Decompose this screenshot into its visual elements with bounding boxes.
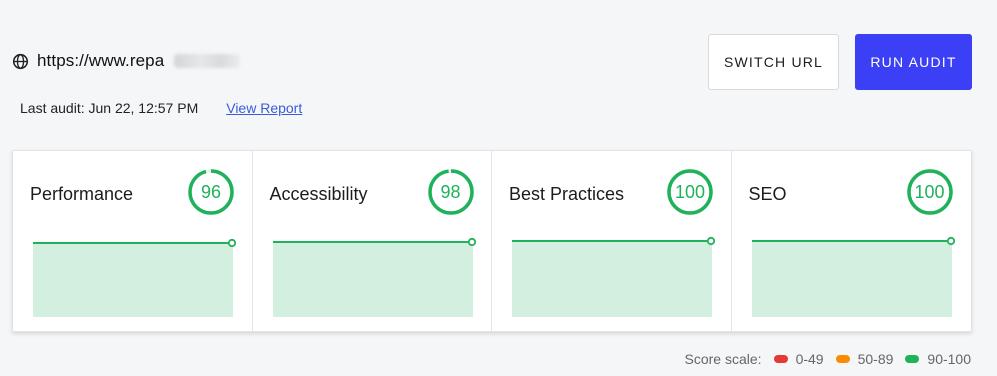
score-trend-chart (751, 236, 955, 317)
score-value: 100 (674, 181, 706, 202)
trend-end-point (706, 236, 716, 246)
last-audit-text: Last audit: Jun 22, 12:57 PM (20, 100, 199, 116)
score-trend-chart (512, 236, 716, 317)
card-title: SEO (748, 184, 787, 204)
last-audit-row: Last audit: Jun 22, 12:57 PM View Report (20, 100, 302, 116)
orange-dot-icon (835, 355, 850, 363)
score-scale-legend: Score scale: 0-49 50-89 90-100 (685, 351, 971, 367)
trend-end-point (946, 236, 955, 246)
green-dot-icon (905, 355, 920, 363)
legend-range: 0-49 (795, 351, 824, 367)
legend-range: 90-100 (927, 351, 971, 367)
score-value: 100 (914, 181, 945, 202)
trend-area (751, 241, 952, 317)
card-performance[interactable]: Performance 96 (13, 151, 253, 331)
score-value: 96 (200, 181, 222, 202)
redacted-url-part (174, 54, 241, 68)
card-seo[interactable]: SEO 100 (732, 151, 972, 331)
score-trend-chart (33, 238, 237, 317)
trend-area (33, 243, 233, 317)
legend-range: 50-89 (857, 351, 894, 367)
trend-area (272, 242, 473, 317)
red-dot-icon (773, 355, 788, 363)
run-audit-button[interactable]: RUN AUDIT (855, 34, 972, 90)
score-cards: Performance 96 Accessibility 98 Best Pra… (12, 150, 972, 332)
card-accessibility[interactable]: Accessibility 98 (253, 151, 492, 331)
card-title: Best Practices (509, 184, 625, 204)
trend-area (512, 241, 712, 317)
card-title: Accessibility (269, 184, 368, 204)
legend-item-red: 0-49 (773, 351, 824, 367)
view-report-link[interactable]: View Report (226, 100, 302, 116)
url-text: https://www.repa (37, 51, 165, 70)
score-value: 98 (440, 181, 461, 202)
legend-item-orange: 50-89 (835, 351, 894, 367)
globe-icon (12, 53, 29, 69)
trend-end-point (227, 238, 237, 248)
switch-url-button[interactable]: SWITCH URL (708, 34, 839, 90)
site-url: https://www.repa (12, 51, 241, 71)
legend-item-green: 90-100 (905, 351, 971, 367)
trend-end-point (467, 237, 476, 247)
score-trend-chart (272, 237, 476, 317)
legend-label: Score scale: (684, 351, 762, 367)
card-best-practices[interactable]: Best Practices 100 (492, 151, 732, 331)
card-title: Performance (30, 184, 134, 204)
